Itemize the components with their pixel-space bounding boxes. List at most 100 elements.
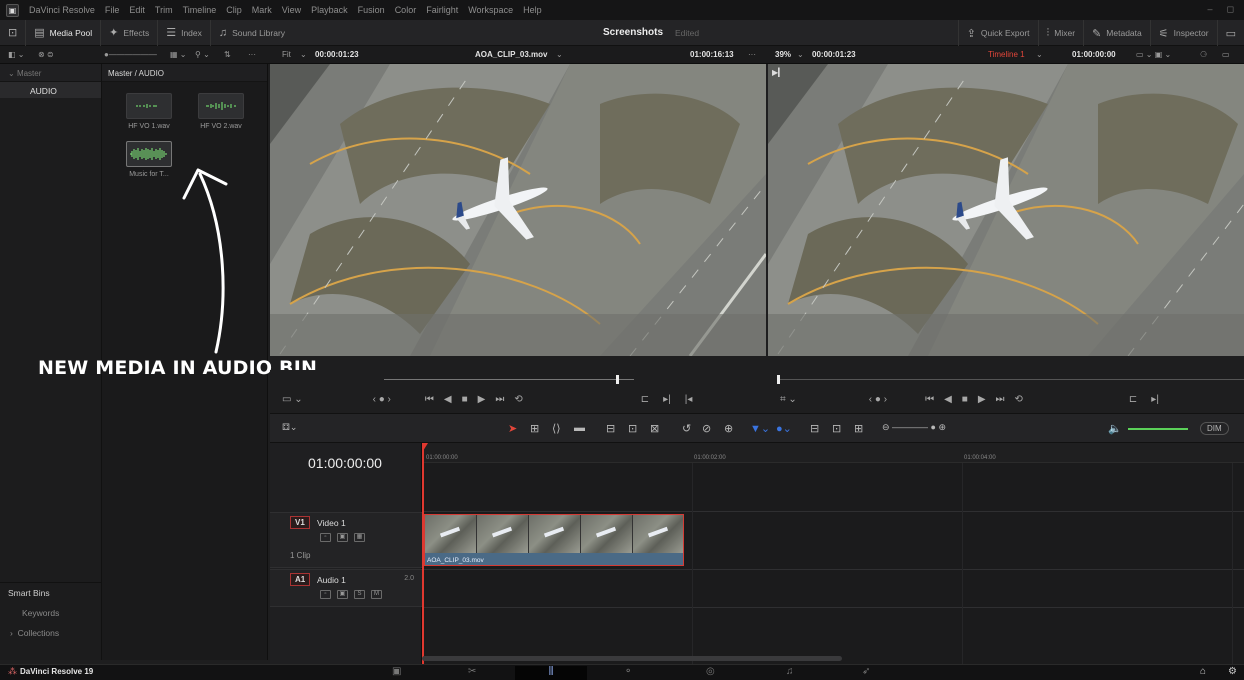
master-bin-header[interactable]: ⌄ Master [0, 64, 101, 82]
mixer-button[interactable]: ⫶ Mixer [1037, 20, 1084, 46]
menu-fusion[interactable]: Fusion [358, 5, 385, 15]
jog-icon[interactable]: ‹ ● › [869, 394, 887, 405]
mark-in-out-icon[interactable]: ⊏ [641, 394, 649, 405]
snapping-icon[interactable]: ↺ [682, 422, 691, 435]
blade-tool-icon[interactable]: ▬ [574, 422, 585, 434]
chevron-down-icon[interactable]: ⌄ [1036, 50, 1043, 59]
source-scrub-bar[interactable] [270, 370, 766, 388]
skip-forward-icon[interactable]: ⏭ [495, 394, 504, 405]
skip-back-icon[interactable]: ⏮ [425, 394, 434, 405]
reverse-play-icon[interactable]: ◀ [444, 394, 452, 405]
sort-icon[interactable]: ⇅ [224, 50, 231, 59]
menu-file[interactable]: File [105, 5, 120, 15]
zoom-custom-icon[interactable]: ⊞ [854, 422, 863, 435]
chevron-down-icon[interactable]: ⌄ [556, 50, 563, 59]
marker-icon[interactable]: ●⌄ [776, 422, 792, 435]
menu-fairlight[interactable]: Fairlight [426, 5, 458, 15]
sound-library-button[interactable]: ♫ Sound Library [211, 20, 293, 46]
source-scrub-handle[interactable] [616, 375, 619, 384]
fullscreen-button[interactable]: ▭ [1216, 20, 1244, 46]
playhead[interactable] [422, 443, 424, 664]
fusion-page-icon[interactable]: ⚬ [624, 666, 632, 677]
loop-icon[interactable]: ⟲ [514, 394, 522, 405]
dynamic-trim-icon[interactable]: ⟨⟩ [552, 422, 561, 435]
trim-tool-icon[interactable]: ⊞ [530, 422, 539, 435]
dim-button[interactable]: DIM [1200, 422, 1229, 435]
timeline-viewer[interactable]: ▶▎ [768, 64, 1244, 356]
edit-page-icon[interactable]: ⫼ [515, 666, 587, 680]
replace-clip-icon[interactable]: ⊠ [650, 422, 659, 435]
audio-track-header[interactable]: A1 Audio 1 2.0 ▫ ▣ S M [270, 569, 422, 607]
more-options-icon[interactable]: ··· [248, 50, 256, 59]
overwrite-icon[interactable]: |◂ [685, 394, 693, 405]
viewer-mode-icon[interactable]: ⌗ ⌄ [780, 394, 797, 405]
menu-workspace[interactable]: Workspace [468, 5, 513, 15]
timeline-ruler[interactable]: 01:00:00:00 01:00:02:00 01:00:04:00 [422, 443, 1244, 463]
audio-track-name[interactable]: Audio 1 [317, 575, 346, 585]
jog-icon[interactable]: ‹ ● › [373, 394, 391, 405]
insert-clip-icon[interactable]: ⊟ [606, 422, 615, 435]
zoom-detail-icon[interactable]: ⊡ [832, 422, 841, 435]
menu-clip[interactable]: Clip [226, 5, 242, 15]
home-icon[interactable]: ⌂ [1200, 666, 1206, 677]
timeline-video-clip[interactable]: AOA_CLIP_03.mov [424, 514, 684, 566]
overwrite-clip-icon[interactable]: ⊡ [628, 422, 637, 435]
media-clip-hf-vo-2[interactable]: HF VO 2.wav [198, 93, 244, 130]
menu-playback[interactable]: Playback [311, 5, 348, 15]
collections-bin[interactable]: › Collections [0, 623, 102, 643]
inspector-button[interactable]: ⚟ Inspector [1149, 20, 1217, 46]
grid-view-icon[interactable]: ▦ ⌄ [170, 50, 186, 59]
thumbnail-size-slider[interactable]: ●—————— [104, 50, 157, 59]
link-icon[interactable]: ⊘ [702, 422, 711, 435]
zoom-slider[interactable]: ⊖ ———— ● ⊕ [882, 422, 946, 433]
skip-forward-icon[interactable]: ⏭ [996, 394, 1005, 405]
quick-export-button[interactable]: ⇪ Quick Export [957, 20, 1038, 46]
media-clip-music[interactable]: Music for T... [126, 141, 172, 178]
playhead-handle-icon[interactable] [422, 443, 428, 451]
auto-select-icon[interactable]: ▣ [337, 533, 348, 542]
lock-icon[interactable]: ▫ [320, 590, 331, 599]
stop-icon[interactable]: ■ [962, 394, 968, 405]
viewer-options-icon[interactable]: ▭ ⌄ ▣ ⌄ [1136, 50, 1171, 59]
menu-mark[interactable]: Mark [252, 5, 272, 15]
chevron-down-icon[interactable]: ⌄ [300, 50, 307, 59]
track-tag-a1[interactable]: A1 [290, 573, 311, 586]
reverse-play-icon[interactable]: ◀ [944, 394, 952, 405]
chevron-down-icon[interactable]: ⌄ [797, 50, 804, 59]
menu-trim[interactable]: Trim [155, 5, 173, 15]
volume-slider[interactable] [1128, 428, 1188, 430]
enable-track-icon[interactable]: ▦ [354, 533, 365, 542]
insert-icon[interactable]: ▸| [1151, 394, 1159, 405]
flag-icon[interactable]: ▼⌄ [750, 422, 770, 435]
settings-gear-icon[interactable]: ⚙ [1228, 666, 1237, 677]
viewer-mode-icon[interactable]: ▭ ⌄ [282, 394, 303, 405]
play-icon[interactable]: ▶ [978, 394, 986, 405]
play-icon[interactable]: ▶ [478, 394, 486, 405]
lock-icon[interactable]: ⊕ [724, 422, 733, 435]
color-picker-icon[interactable]: ⚆ [1200, 50, 1207, 59]
menu-color[interactable]: Color [395, 5, 417, 15]
source-clip-name[interactable]: AOA_CLIP_03.mov [475, 50, 547, 59]
media-pool-button[interactable]: ▤ Media Pool [26, 19, 102, 46]
video-track-header[interactable]: V1 Video 1 ▫ ▣ ▦ 1 Clip [270, 512, 422, 568]
smart-bins-label[interactable]: Smart Bins [0, 583, 102, 603]
keywords-bin[interactable]: Keywords [0, 603, 102, 623]
cut-page-icon[interactable]: ✂ [468, 666, 476, 677]
lock-icon[interactable]: ▫ [320, 533, 331, 542]
restore-icon[interactable]: ◻ [1227, 4, 1234, 15]
mute-icon[interactable]: M [371, 590, 382, 599]
mark-in-out-icon[interactable]: ⊏ [1129, 394, 1137, 405]
timeline-view-options-icon[interactable]: ⚃⌄ [282, 422, 297, 433]
menu-edit[interactable]: Edit [129, 5, 145, 15]
panel-layout-icon[interactable]: ◧ ⌄ [8, 50, 24, 59]
more-options-icon[interactable]: ··· [748, 50, 756, 59]
color-page-icon[interactable]: ◎ [706, 666, 715, 677]
menu-timeline[interactable]: Timeline [183, 5, 217, 15]
bin-item-audio[interactable]: AUDIO [0, 82, 101, 98]
timeline-horizontal-scrollbar[interactable] [422, 656, 842, 661]
zoom-full-icon[interactable]: ⊟ [810, 422, 819, 435]
deliver-page-icon[interactable]: ➶ [862, 666, 870, 677]
source-viewer[interactable] [270, 64, 766, 356]
media-page-icon[interactable]: ▣ [392, 666, 401, 677]
loop-icon[interactable]: ⟲ [1015, 394, 1023, 405]
